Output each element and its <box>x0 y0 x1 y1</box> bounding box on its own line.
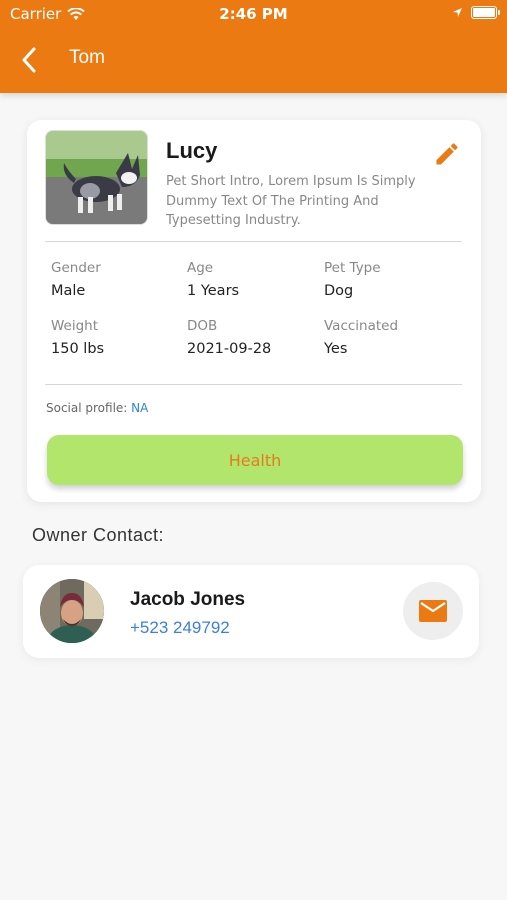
detail-value: Dog <box>324 283 354 299</box>
detail-value: Yes <box>324 341 348 357</box>
pet-photo <box>45 130 148 225</box>
detail-pet-type: Pet Type Dog <box>324 260 454 299</box>
detail-label: Gender <box>51 260 101 276</box>
health-button[interactable]: Health <box>47 435 463 485</box>
dog-image <box>46 131 147 224</box>
mail-icon <box>419 600 447 622</box>
detail-label: Weight <box>51 318 99 334</box>
social-profile-link[interactable]: NA <box>131 401 148 415</box>
detail-value: 1 Years <box>187 283 240 299</box>
detail-vaccinated: Vaccinated Yes <box>324 318 454 357</box>
detail-dob: DOB 2021-09-28 <box>187 318 317 357</box>
email-button[interactable] <box>403 582 463 640</box>
owner-photo <box>40 579 104 643</box>
pet-card: Lucy Pet Short Intro, Lorem Ipsum Is Sim… <box>27 120 481 502</box>
battery-icon <box>471 6 500 19</box>
pet-name: Lucy <box>166 138 218 163</box>
detail-weight: Weight 150 lbs <box>51 318 181 357</box>
back-button[interactable] <box>12 42 46 78</box>
owner-contact-title: Owner Contact: <box>32 525 165 545</box>
detail-label: Pet Type <box>324 260 381 276</box>
detail-label: Age <box>187 260 214 276</box>
divider <box>45 384 462 385</box>
detail-value: Male <box>51 283 86 299</box>
owner-card: Jacob Jones +523 249792 <box>23 565 479 658</box>
detail-gender: Gender Male <box>51 260 181 299</box>
location-arrow-icon <box>453 8 462 17</box>
owner-phone-link[interactable]: +523 249792 <box>130 618 230 638</box>
page-title: Tom <box>69 47 105 68</box>
nav-bar: Tom <box>0 30 507 90</box>
divider <box>45 241 462 242</box>
pencil-icon <box>436 143 458 165</box>
social-profile: Social profile: NA <box>46 401 148 415</box>
status-time: 2:46 PM <box>219 5 288 23</box>
detail-label: DOB <box>187 318 218 334</box>
owner-name: Jacob Jones <box>130 589 246 610</box>
chevron-left-icon <box>22 47 36 73</box>
status-bar: Carrier 2:46 PM <box>0 0 507 30</box>
app-header: Carrier 2:46 PM Tom <box>0 0 507 93</box>
detail-value: 150 lbs <box>51 341 105 357</box>
detail-age: Age 1 Years <box>187 260 317 299</box>
social-profile-label: Social profile: <box>46 401 128 415</box>
detail-label: Vaccinated <box>324 318 399 334</box>
status-right <box>452 6 500 19</box>
detail-value: 2021-09-28 <box>187 341 272 357</box>
avatar <box>40 579 104 643</box>
pet-intro: Pet Short Intro, Lorem Ipsum Is Simply D… <box>166 174 416 228</box>
edit-button[interactable] <box>433 140 461 168</box>
